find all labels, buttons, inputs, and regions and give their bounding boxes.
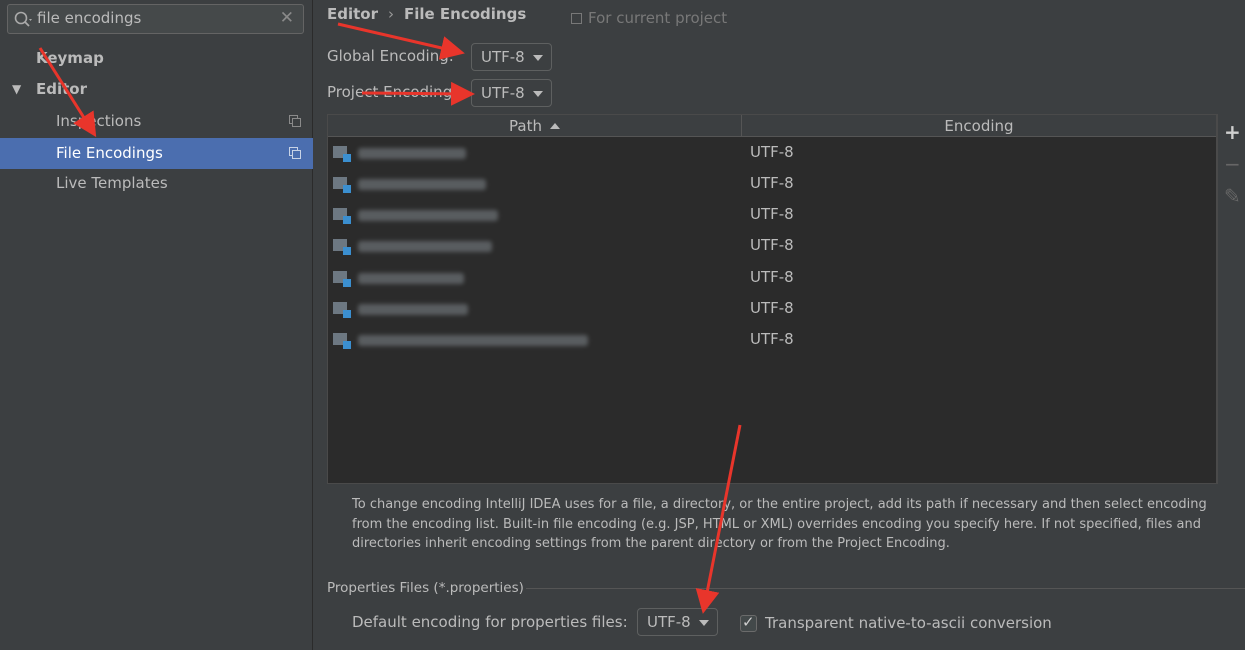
project-encoding-label: Project Encoding: xyxy=(327,83,458,101)
module-folder-icon xyxy=(333,177,351,193)
sort-ascending-icon xyxy=(549,123,560,129)
breadcrumb-separator: › xyxy=(388,5,394,23)
sidebar-item-label: Live Templates xyxy=(56,174,168,192)
project-scope-icon xyxy=(289,115,301,127)
settings-search-field[interactable]: file encodings ✕ xyxy=(7,4,304,34)
row-encoding[interactable]: UTF-8 xyxy=(750,268,794,286)
table-toolbar: + − ✎ xyxy=(1217,114,1245,484)
redacted-path xyxy=(358,210,498,221)
table-row[interactable]: UTF-8 xyxy=(328,137,1216,168)
global-encoding-label: Global Encoding: xyxy=(327,47,454,65)
chevron-down-icon xyxy=(533,91,543,97)
row-encoding[interactable]: UTF-8 xyxy=(750,205,794,223)
module-folder-icon xyxy=(333,302,351,318)
project-encoding-dropdown[interactable]: UTF-8 xyxy=(471,79,552,107)
row-encoding[interactable]: UTF-8 xyxy=(750,143,794,161)
close-icon[interactable]: ✕ xyxy=(280,8,294,28)
file-encodings-panel: Editor › File Encodings For current projec… xyxy=(314,0,1245,650)
edit-icon[interactable]: ✎ xyxy=(1224,186,1241,206)
settings-sidebar: file encodings ✕ Keymap ▼ Editor Inspect… xyxy=(0,0,313,650)
row-encoding[interactable]: UTF-8 xyxy=(750,299,794,317)
global-encoding-value: UTF-8 xyxy=(481,48,525,66)
properties-encoding-value: UTF-8 xyxy=(647,613,691,631)
table-row[interactable]: UTF-8 xyxy=(328,230,1216,261)
column-header-path[interactable]: Path xyxy=(328,115,742,137)
table-header: Path Encoding xyxy=(328,115,1216,137)
row-encoding[interactable]: UTF-8 xyxy=(750,174,794,192)
module-folder-icon xyxy=(333,271,351,287)
sidebar-item-label: Editor xyxy=(36,80,87,98)
redacted-path xyxy=(358,241,492,252)
table-row[interactable]: UTF-8 xyxy=(328,324,1216,355)
sidebar-item-label: Inspections xyxy=(56,112,142,130)
global-encoding-dropdown[interactable]: UTF-8 xyxy=(471,43,552,71)
expand-arrow-icon[interactable]: ▼ xyxy=(12,74,21,105)
remove-icon[interactable]: − xyxy=(1224,154,1241,174)
properties-encoding-label: Default encoding for properties files: xyxy=(352,613,628,631)
chevron-down-icon xyxy=(533,55,543,61)
group-divider xyxy=(526,588,1245,589)
table-row[interactable]: UTF-8 xyxy=(328,293,1216,324)
breadcrumb-parent: Editor xyxy=(327,5,378,23)
redacted-path xyxy=(358,304,468,315)
redacted-path xyxy=(358,273,464,284)
chevron-down-icon xyxy=(699,620,709,626)
project-encoding-value: UTF-8 xyxy=(481,84,525,102)
sidebar-item-label: Keymap xyxy=(36,49,104,67)
breadcrumb-current: File Encodings xyxy=(404,5,527,23)
sidebar-item-file-encodings[interactable]: File Encodings xyxy=(0,138,313,169)
properties-encoding-dropdown[interactable]: UTF-8 xyxy=(637,608,718,636)
sidebar-item-live-templates[interactable]: Live Templates xyxy=(0,168,313,199)
project-scope-icon xyxy=(571,13,582,24)
module-folder-icon xyxy=(333,146,351,162)
redacted-path xyxy=(358,179,486,190)
module-folder-icon xyxy=(333,208,351,224)
search-input[interactable]: file encodings xyxy=(37,9,141,27)
checkmark-icon: ✓ xyxy=(742,613,755,631)
breadcrumb: Editor › File Encodings xyxy=(327,5,526,23)
add-icon[interactable]: + xyxy=(1224,122,1241,142)
column-header-encoding[interactable]: Encoding xyxy=(742,115,1216,137)
transparent-conversion-checkbox[interactable]: ✓ xyxy=(740,613,757,632)
module-folder-icon xyxy=(333,333,351,349)
properties-group-title: Properties Files (*.properties) xyxy=(327,580,524,596)
module-folder-icon xyxy=(333,239,351,255)
encoding-help-text: To change encoding IntelliJ IDEA uses fo… xyxy=(352,497,1207,551)
sidebar-item-inspections[interactable]: Inspections xyxy=(0,106,313,137)
redacted-path xyxy=(358,335,588,346)
table-row[interactable]: UTF-8 xyxy=(328,262,1216,293)
sidebar-item-editor[interactable]: ▼ Editor xyxy=(0,74,313,105)
project-scope-icon xyxy=(289,147,301,159)
scope-label: For current project xyxy=(588,9,728,27)
row-encoding[interactable]: UTF-8 xyxy=(750,330,794,348)
table-row[interactable]: UTF-8 xyxy=(328,199,1216,230)
sidebar-item-label: File Encodings xyxy=(56,144,163,162)
search-icon xyxy=(14,11,32,27)
encoding-mappings-table[interactable]: Path Encoding UTF-8 UTF-8 UTF-8 UTF-8 UT… xyxy=(327,114,1217,484)
scope-indicator: For current project xyxy=(571,9,727,27)
row-encoding[interactable]: UTF-8 xyxy=(750,236,794,254)
sidebar-item-keymap[interactable]: Keymap xyxy=(0,43,313,74)
redacted-path xyxy=(358,148,466,159)
table-row[interactable]: UTF-8 xyxy=(328,168,1216,199)
transparent-conversion-label[interactable]: Transparent native-to-ascii conversion xyxy=(765,614,1052,632)
